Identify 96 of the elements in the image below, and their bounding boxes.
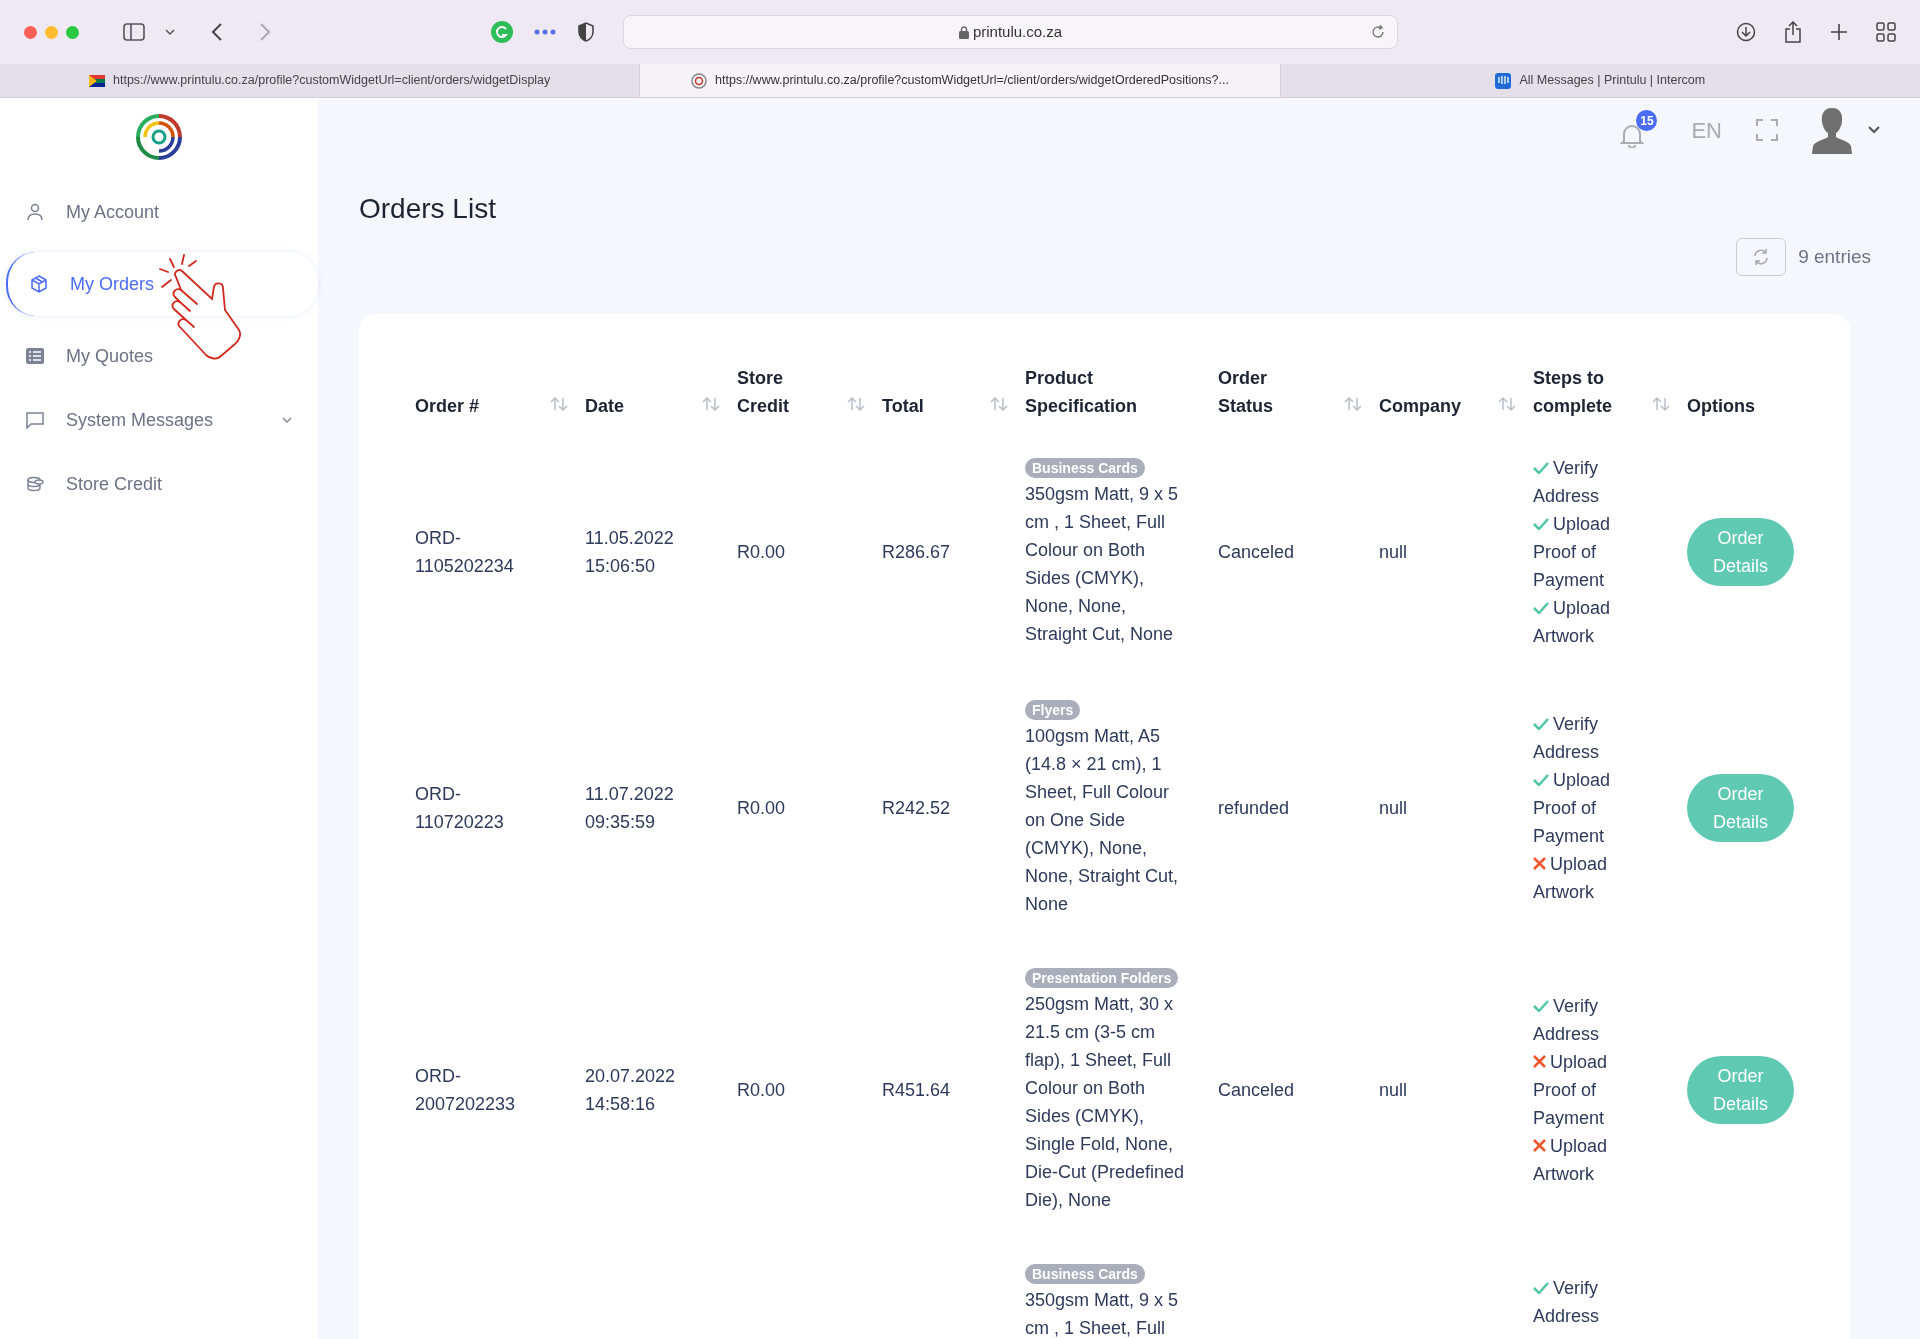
table-cell-text: ORD-1105202234 bbox=[415, 527, 515, 578]
back-icon[interactable] bbox=[211, 23, 223, 41]
specification-text: 250gsm Matt, 30 x 21.5 cm (3-5 cm flap), 1 Sheet, Full Colour on Both Sides (CMYK), Single Fold, None, Die-Cut (Predefined Die), None bbox=[1025, 993, 1185, 1212]
step-text: Verify Address bbox=[1533, 458, 1600, 506]
share-icon[interactable] bbox=[1784, 21, 1802, 43]
extension-icon[interactable] bbox=[491, 21, 513, 43]
table-cell-text: null bbox=[1379, 1079, 1409, 1102]
column-header[interactable]: Product Specification bbox=[1025, 364, 1137, 420]
message-icon bbox=[26, 411, 44, 429]
user-avatar-icon[interactable] bbox=[1812, 106, 1852, 154]
step-text: Verify Address bbox=[1533, 996, 1600, 1044]
sort-icon[interactable] bbox=[1497, 396, 1517, 412]
table-cell-text: R0.00 bbox=[737, 797, 787, 820]
chat-icon bbox=[1495, 72, 1512, 89]
chevron-down-icon bbox=[282, 417, 292, 423]
browser-tab[interactable]: https://www.printulu.co.za/profile?customWidgetUrl=/client/orders/widgetOrderedPositions?... bbox=[639, 64, 1281, 97]
flag-icon bbox=[89, 74, 105, 87]
step-text: Upload Artwork bbox=[1533, 1136, 1608, 1184]
fullscreen-icon[interactable] bbox=[1756, 119, 1778, 141]
sidebar-item[interactable]: System Messages bbox=[0, 396, 318, 444]
dots-icon[interactable] bbox=[533, 28, 557, 36]
refresh-button[interactable] bbox=[1736, 238, 1787, 276]
category-tag: Business Cards bbox=[1025, 458, 1145, 478]
plus-icon[interactable] bbox=[1830, 23, 1848, 41]
table-cell-text: R0.00 bbox=[737, 541, 787, 564]
table-cell-text: 20.07.2022 14:58:16 bbox=[585, 1065, 677, 1116]
table-cell-text: R286.67 bbox=[882, 541, 952, 564]
maximize-window-icon[interactable] bbox=[66, 25, 79, 39]
table-cell-text: null bbox=[1379, 541, 1409, 564]
specification-text: 100gsm Matt, A5 (14.8 × 21 cm), 1 Sheet, Full Colour on One Side (CMYK), None, None, Straight Cut, None bbox=[1025, 725, 1180, 916]
step-text: Verify Address bbox=[1533, 1278, 1600, 1326]
lock-icon bbox=[958, 25, 969, 39]
table-cell-text: 11.07.2022 09:35:59 bbox=[585, 783, 675, 834]
column-header[interactable]: Steps to complete bbox=[1533, 364, 1633, 420]
sort-icon[interactable] bbox=[701, 396, 721, 412]
step-text: Verify Address bbox=[1533, 714, 1600, 762]
step-text: Upload Proof of Payment bbox=[1533, 1052, 1608, 1128]
step-text: Upload Artwork bbox=[1533, 598, 1611, 646]
table-cell-text: ORD-110720223 bbox=[415, 783, 505, 834]
step-text: Upload Proof of Payment bbox=[1533, 770, 1611, 846]
table-cell-text: ORD-2007202233 bbox=[415, 1065, 517, 1116]
category-tag: Flyers bbox=[1025, 700, 1081, 720]
sidebar-item[interactable]: My Quotes bbox=[0, 332, 318, 380]
column-header[interactable]: Company bbox=[1379, 392, 1461, 420]
step-text: Upload Proof of Payment bbox=[1533, 514, 1611, 590]
notification-count-badge: 15 bbox=[1636, 110, 1658, 131]
sidebar-toggle-icon[interactable] bbox=[123, 23, 145, 41]
coins-icon bbox=[26, 475, 44, 493]
sort-icon[interactable] bbox=[846, 396, 866, 412]
column-header[interactable]: Order # bbox=[415, 392, 480, 420]
sort-icon[interactable] bbox=[989, 396, 1009, 412]
table-cell-text: Canceled bbox=[1218, 1079, 1296, 1102]
column-header[interactable]: Store Credit bbox=[737, 364, 837, 420]
sidebar-item[interactable]: My Orders bbox=[6, 252, 318, 316]
table-cell-text: R451.64 bbox=[882, 1079, 952, 1102]
specification-text: 350gsm Matt, 9 x 5 cm , 1 Sheet, Full Colour on Both Sides (CMYK), None, None, Straight Cut, None bbox=[1025, 483, 1180, 646]
column-header[interactable]: Date bbox=[585, 392, 624, 420]
list-icon bbox=[26, 348, 44, 364]
table-cell-text: 11.05.2022 15:06:50 bbox=[585, 527, 675, 578]
category-tag: Business Cards bbox=[1025, 1264, 1145, 1284]
column-header[interactable]: Options bbox=[1687, 392, 1755, 420]
forward-icon[interactable] bbox=[259, 23, 271, 41]
address-bar[interactable]: printulu.co.za bbox=[623, 15, 1398, 49]
notifications-button[interactable]: 15 bbox=[1619, 110, 1658, 150]
sidebar-item[interactable]: My Account bbox=[0, 188, 318, 236]
sort-icon[interactable] bbox=[1343, 396, 1363, 412]
step-text: Upload Artwork bbox=[1533, 854, 1608, 902]
entries-count: 9 entries bbox=[1798, 244, 1871, 269]
chevron-down-icon[interactable] bbox=[165, 28, 175, 36]
sort-icon[interactable] bbox=[1651, 396, 1671, 412]
logo-icon[interactable] bbox=[136, 114, 182, 160]
page-title: Orders List bbox=[359, 192, 497, 226]
category-tag: Presentation Folders bbox=[1025, 968, 1179, 988]
tab-overview-icon[interactable] bbox=[1876, 22, 1896, 42]
reload-icon[interactable] bbox=[1371, 25, 1385, 39]
refresh-icon bbox=[1752, 248, 1771, 266]
specification-text: 350gsm Matt, 9 x 5 cm , 1 Sheet, Full bbox=[1025, 1289, 1180, 1339]
sidebar-item[interactable]: Store Credit bbox=[0, 460, 318, 508]
column-header[interactable]: Order Status bbox=[1218, 364, 1318, 420]
user-icon bbox=[26, 203, 44, 221]
box-icon bbox=[30, 275, 48, 293]
close-window-icon[interactable] bbox=[24, 25, 37, 39]
column-header[interactable]: Total bbox=[882, 392, 924, 420]
browser-tab[interactable]: All Messages | Printulu | Intercom bbox=[1280, 64, 1920, 97]
minimize-window-icon[interactable] bbox=[45, 25, 58, 39]
address-text: printulu.co.za bbox=[972, 21, 1063, 42]
table-cell-text: R0.00 bbox=[737, 1079, 787, 1102]
chevron-down-icon[interactable] bbox=[1868, 126, 1880, 134]
browser-tab[interactable]: https://www.printulu.co.za/profile?customWidgetUrl=client/orders/widgetDisplay bbox=[0, 64, 640, 97]
table-cell-text: null bbox=[1379, 797, 1409, 820]
table-cell-text: Canceled bbox=[1218, 541, 1296, 564]
table-cell-text: R242.52 bbox=[882, 797, 952, 820]
sort-icon[interactable] bbox=[549, 396, 569, 412]
table-cell-text: refunded bbox=[1218, 797, 1291, 820]
shield-icon[interactable] bbox=[577, 22, 595, 42]
download-icon[interactable] bbox=[1736, 22, 1756, 42]
